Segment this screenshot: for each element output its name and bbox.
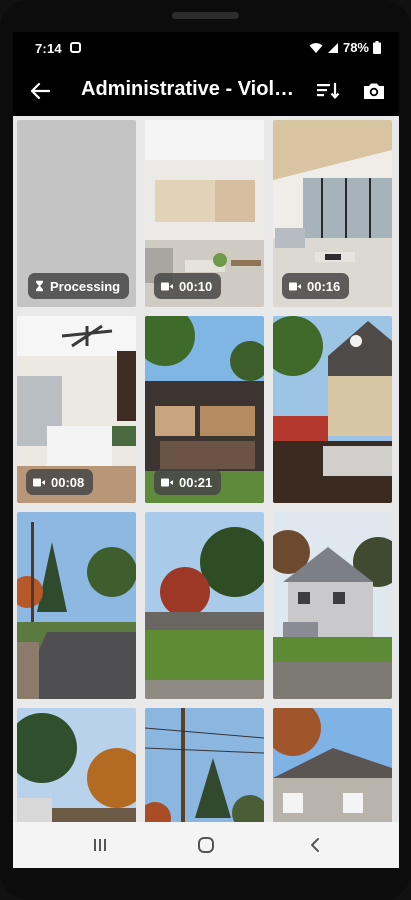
arrow-left-icon (30, 82, 50, 100)
video-icon (161, 282, 173, 290)
sort-descending-icon (317, 83, 340, 99)
sort-button[interactable] (315, 78, 341, 104)
trees-photo-thumbnail (17, 708, 136, 822)
house-photo-thumbnail (273, 708, 392, 822)
camera-icon (364, 83, 384, 99)
nav-back-icon (311, 838, 319, 852)
wifi-icon (309, 42, 323, 53)
house-photo-thumbnail (273, 512, 392, 699)
video-icon (33, 478, 45, 486)
badge-label: 00:08 (51, 474, 85, 490)
phone-frame: 7:14 78% Administrative - Violation Proc… (0, 0, 411, 900)
hourglass-icon (36, 280, 43, 292)
video-icon (289, 282, 301, 290)
badge-label: 00:16 (307, 278, 341, 294)
video-duration-badge: 00:10 (154, 273, 222, 299)
signal-icon (327, 42, 338, 53)
media-tile-processing[interactable]: Processing (17, 120, 136, 307)
status-icons: 78% (309, 40, 381, 55)
media-tile-photo[interactable] (273, 708, 392, 822)
video-icon (161, 478, 173, 486)
video-duration-badge: 00:08 (26, 469, 94, 495)
processing-badge: Processing (28, 273, 130, 299)
yard-photo-thumbnail (145, 512, 264, 699)
media-tile-photo[interactable] (145, 708, 264, 822)
media-tile-photo[interactable] (17, 708, 136, 822)
system-nav-bar (13, 822, 399, 868)
system-back-button[interactable] (300, 832, 330, 858)
media-tile-video[interactable]: 00:10 (145, 120, 264, 307)
status-bar: 7:14 78% (13, 32, 399, 64)
media-tile-photo[interactable] (273, 512, 392, 699)
video-duration-badge: 00:16 (282, 273, 350, 299)
recents-icon (94, 839, 106, 851)
media-gallery[interactable]: Processing 00:10 00:16 00:08 00:21 (13, 116, 399, 822)
media-grid: Processing 00:10 00:16 00:08 00:21 (17, 120, 392, 822)
camera-button[interactable] (361, 78, 387, 104)
media-tile-photo[interactable] (145, 512, 264, 699)
utility-pole-photo-thumbnail (145, 708, 264, 822)
street-photo-thumbnail (17, 512, 136, 699)
media-tile-video[interactable]: 00:08 (17, 316, 136, 503)
back-button[interactable] (27, 78, 53, 104)
battery-icon (373, 41, 381, 54)
video-duration-badge: 00:21 (154, 469, 222, 495)
media-tile-video[interactable]: 00:21 (145, 316, 264, 503)
badge-label: Processing (50, 278, 121, 294)
home-button[interactable] (191, 832, 221, 858)
media-tile-photo[interactable] (273, 316, 392, 503)
recents-button[interactable] (85, 832, 115, 858)
screen: 7:14 78% Administrative - Violation Proc… (13, 32, 399, 868)
app-bar: Administrative - Violation (13, 64, 399, 118)
home-icon (198, 837, 214, 853)
status-time: 7:14 (35, 41, 62, 56)
battery-percent: 78% (342, 40, 369, 55)
badge-label: 00:10 (179, 278, 213, 294)
speaker-grille (172, 12, 239, 19)
notification-icon (70, 42, 81, 53)
media-tile-photo[interactable] (17, 512, 136, 699)
house-photo-thumbnail (273, 316, 392, 503)
page-title: Administrative - Violation (81, 78, 303, 100)
badge-label: 00:21 (179, 474, 213, 490)
media-tile-video[interactable]: 00:16 (273, 120, 392, 307)
